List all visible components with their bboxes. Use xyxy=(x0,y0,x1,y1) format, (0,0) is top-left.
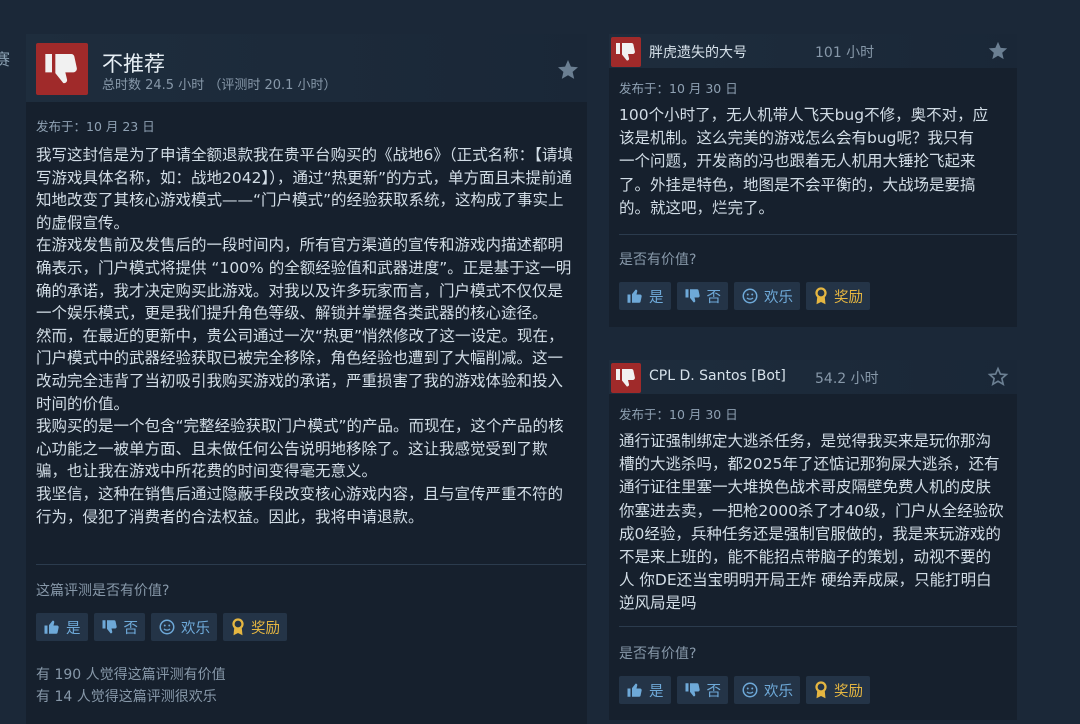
review-author[interactable]: CPL D. Santos [Bot] xyxy=(649,368,786,384)
review-paragraph: 在游戏发售前及发售后的一段时间内，所有官方渠道的宣传和游戏内描述都明确表示，门户… xyxy=(36,236,572,323)
review-paragraph: 通行证强制绑定大逃杀任务，是觉得我买来是玩你那沟槽的大逃杀吗，都2025年了还惦… xyxy=(619,432,1004,613)
review-header: 胖虎遗失的大号 101 小时 xyxy=(609,34,1017,68)
posted-date: 发布于：10 月 30 日 xyxy=(619,407,738,422)
vote-funny-button[interactable]: 欢乐 xyxy=(734,676,800,704)
smiley-icon xyxy=(158,618,176,636)
thumbs-up-icon xyxy=(626,681,644,699)
thumbs-down-icon xyxy=(684,681,702,699)
star-icon[interactable] xyxy=(556,58,580,82)
thumbs-up-icon xyxy=(626,287,644,305)
vote-funny-button[interactable]: 欢乐 xyxy=(734,282,800,310)
vote-yes-label: 是 xyxy=(66,620,81,637)
star-icon[interactable] xyxy=(987,40,1009,62)
star-outline-icon[interactable] xyxy=(987,366,1009,388)
divider xyxy=(619,234,1017,235)
not-recommended-thumb-icon xyxy=(611,363,641,393)
review-paragraph: 我坚信，这种在销售后通过隐蔽手段改变核心游戏内容，且与宣传严重不符的行为，侵犯了… xyxy=(36,484,564,526)
review-paragraph: 我购买的是一个包含“完整经验获取门户模式”的产品。而现在，这个产品的核心功能之一… xyxy=(36,417,564,481)
vote-buttons: 是 否 欢乐 奖励 xyxy=(619,676,870,704)
thumbs-down-icon xyxy=(684,287,702,305)
divider xyxy=(619,626,1017,627)
review-paragraph: 100个小时了，无人机带人飞天bug不修，奥不对，应该是机制。这么完美的游戏怎么… xyxy=(619,106,989,217)
vote-yes-button[interactable]: 是 xyxy=(619,676,671,704)
review-header: 不推荐 总时数 24.5 小时 （评测时 20.1 小时） xyxy=(26,34,587,102)
not-recommended-thumb-icon xyxy=(36,43,88,95)
vote-no-label: 否 xyxy=(706,683,722,700)
award-icon xyxy=(813,681,829,699)
thumbs-down-icon xyxy=(101,618,119,636)
award-label: 奖励 xyxy=(834,289,863,306)
divider xyxy=(36,564,586,565)
vote-buttons: 是 否 欢乐 奖励 xyxy=(36,613,287,641)
side-review: CPL D. Santos [Bot] 54.2 小时 发布于：10 月 30 … xyxy=(609,360,1017,720)
vote-yes-button[interactable]: 是 xyxy=(619,282,671,310)
award-button[interactable]: 奖励 xyxy=(806,676,870,704)
not-recommended-thumb-icon xyxy=(611,37,641,67)
award-label: 奖励 xyxy=(251,620,280,637)
review-hours: 101 小时 xyxy=(815,45,875,61)
vote-no-button[interactable]: 否 xyxy=(676,676,728,704)
helpful-count: 有 190 人觉得这篇评测有价值 xyxy=(36,667,226,683)
review-hours: 54.2 小时 xyxy=(815,371,879,387)
vote-funny-button[interactable]: 欢乐 xyxy=(151,613,217,641)
review-author[interactable]: 胖虎遗失的大号 xyxy=(649,42,747,62)
helpful-prompt: 这篇评测是否有价值? xyxy=(36,583,170,599)
vote-funny-label: 欢乐 xyxy=(764,683,793,700)
review-paragraph: 我写这封信是为了申请全额退款我在贵平台购买的《战地6》（正式名称：【请填写游戏具… xyxy=(36,146,573,232)
edge-cutoff-text: 赛 xyxy=(0,50,11,69)
review-hours: 总时数 24.5 小时 （评测时 20.1 小时） xyxy=(102,78,337,93)
review-header: CPL D. Santos [Bot] 54.2 小时 xyxy=(609,360,1017,394)
vote-no-label: 否 xyxy=(706,289,722,306)
vote-funny-label: 欢乐 xyxy=(181,620,210,637)
award-label: 奖励 xyxy=(834,683,863,700)
smiley-icon xyxy=(741,287,759,305)
review-paragraph: 然而，在最近的更新中，贵公司通过一次“热更”悄然修改了这一设定。现在，门户模式中… xyxy=(36,326,564,413)
award-button[interactable]: 奖励 xyxy=(223,613,287,641)
smiley-icon xyxy=(741,681,759,699)
helpful-prompt: 是否有价值? xyxy=(619,646,697,662)
funny-count: 有 14 人觉得这篇评测很欢乐 xyxy=(36,689,217,705)
review-body: 通行证强制绑定大逃杀任务，是觉得我买来是玩你那沟槽的大逃杀吗，都2025年了还惦… xyxy=(619,430,1004,616)
posted-date: 发布于：10 月 23 日 xyxy=(36,119,155,134)
review-body: 我写这封信是为了申请全额退款我在贵平台购买的《战地6》（正式名称：【请填写游戏具… xyxy=(36,144,576,528)
thumbs-up-icon xyxy=(43,618,61,636)
main-review: 不推荐 总时数 24.5 小时 （评测时 20.1 小时） 发布于：10 月 2… xyxy=(26,34,587,724)
posted-date: 发布于：10 月 30 日 xyxy=(619,81,738,96)
vote-yes-label: 是 xyxy=(649,289,664,306)
vote-yes-button[interactable]: 是 xyxy=(36,613,88,641)
vote-no-label: 否 xyxy=(123,620,139,637)
vote-buttons: 是 否 欢乐 奖励 xyxy=(619,282,870,310)
side-review: 胖虎遗失的大号 101 小时 发布于：10 月 30 日 100个小时了，无人机… xyxy=(609,34,1017,327)
award-button[interactable]: 奖励 xyxy=(806,282,870,310)
award-icon xyxy=(230,618,246,636)
vote-no-button[interactable]: 否 xyxy=(93,613,145,641)
award-icon xyxy=(813,287,829,305)
vote-funny-label: 欢乐 xyxy=(764,289,793,306)
vote-no-button[interactable]: 否 xyxy=(676,282,728,310)
vote-yes-label: 是 xyxy=(649,683,664,700)
review-body: 100个小时了，无人机带人飞天bug不修，奥不对，应该是机制。这么完美的游戏怎么… xyxy=(619,104,989,220)
helpful-prompt: 是否有价值? xyxy=(619,252,697,268)
